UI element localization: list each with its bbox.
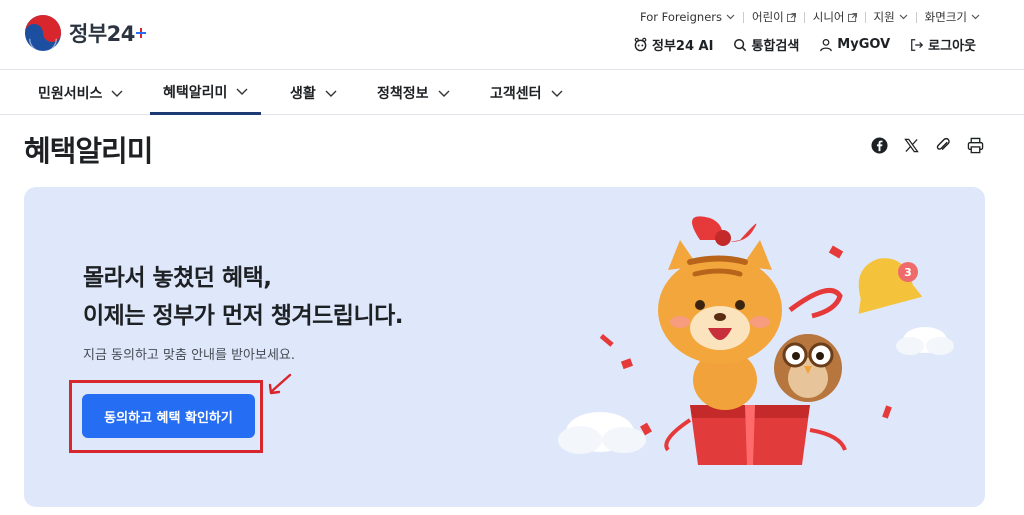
annotation-arrow-icon xyxy=(268,373,292,395)
logout-icon xyxy=(911,38,924,51)
gnb-item-benefit-alert[interactable]: 혜택알리미 xyxy=(150,71,262,115)
mygov-label: MyGOV xyxy=(837,37,891,52)
for-foreigners-label: For Foreigners xyxy=(640,10,722,24)
mygov-link[interactable]: MyGOV xyxy=(819,37,890,52)
hero-headline-line2: 이제는 정부가 먼저 챙겨드립니다. xyxy=(83,303,404,329)
support-label: 지원 xyxy=(873,10,895,24)
link-icon xyxy=(936,137,950,150)
gnb-item-life[interactable]: 생활 xyxy=(290,71,337,115)
gnb-item-label: 고객센터 xyxy=(490,86,542,102)
benefit-hero-banner: 몰라서 놓쳤던 혜택, 이제는 정부가 먼저 챙겨드립니다. 지금 동의하고 맞… xyxy=(24,187,985,507)
integrated-search-label: 통합검색 xyxy=(751,39,800,54)
screen-size-label: 화면크기 xyxy=(924,10,967,24)
hero-subtext: 지금 동의하고 맞춤 안내를 받아보세요. xyxy=(83,348,296,363)
integrated-search-link[interactable]: 통합검색 xyxy=(733,35,799,54)
gnb-item-label: 민원서비스 xyxy=(38,86,103,102)
cloud-right xyxy=(896,327,954,355)
divider xyxy=(803,11,805,23)
gnb-item-civil-service[interactable]: 민원서비스 xyxy=(38,71,123,115)
chevron-down-icon xyxy=(111,90,123,97)
chevron-down-icon xyxy=(438,90,450,97)
gift-box-mascot-illustration: 3 xyxy=(558,216,954,465)
facebook-share-button[interactable] xyxy=(870,136,888,154)
gnb-item-label: 정책정보 xyxy=(377,86,429,102)
chevron-down-icon xyxy=(726,14,735,20)
senior-label: 시니어 xyxy=(812,10,845,24)
logo-text: 정부24 xyxy=(69,22,135,46)
ai-bot-icon xyxy=(634,37,647,52)
chevron-down-icon xyxy=(551,90,563,97)
gnb-item-label: 생활 xyxy=(290,86,316,102)
gnb-item-policy-info[interactable]: 정책정보 xyxy=(377,71,450,115)
gnb-item-customer-center[interactable]: 고객센터 xyxy=(490,71,563,115)
hero-headline: 몰라서 놓쳤던 혜택, 이제는 정부가 먼저 챙겨드립니다. xyxy=(83,259,404,335)
chevron-down-icon xyxy=(899,14,908,20)
bell-badge-count: 3 xyxy=(904,266,912,279)
print-button[interactable] xyxy=(966,136,984,154)
external-link-icon xyxy=(786,12,796,22)
search-icon xyxy=(734,38,747,51)
senior-link[interactable]: 시니어 xyxy=(813,9,857,25)
logo-plus-icon xyxy=(135,28,146,38)
agree-and-check-benefits-button[interactable]: 동의하고 혜택 확인하기 xyxy=(82,394,255,438)
main-links: 정부24 AI 통합검색 MyGOV 로그아웃 xyxy=(633,35,976,54)
divider xyxy=(915,11,917,23)
cloud-left xyxy=(558,412,646,454)
kids-link[interactable]: 어린이 xyxy=(752,9,796,25)
utility-menu: For Foreigners 어린이 시니어 지원 화면크기 xyxy=(640,9,980,25)
for-foreigners-menu[interactable]: For Foreigners xyxy=(640,10,735,24)
external-link-icon xyxy=(847,12,857,22)
gnb-item-label: 혜택알리미 xyxy=(163,84,228,101)
screen-size-menu[interactable]: 화면크기 xyxy=(925,9,980,25)
print-icon xyxy=(967,137,983,153)
divider xyxy=(743,11,744,23)
support-menu[interactable]: 지원 xyxy=(874,9,908,25)
page-title: 혜택알리미 xyxy=(24,134,153,168)
hero-headline-line1: 몰라서 놓쳤던 혜택, xyxy=(83,265,272,291)
chevron-down-icon xyxy=(325,90,337,97)
global-nav: 민원서비스 혜택알리미 생활 정책정보 고객센터 xyxy=(0,71,1024,115)
x-icon xyxy=(903,138,919,152)
chevron-down-icon xyxy=(236,88,248,95)
chevron-down-icon xyxy=(971,14,980,20)
gov24-ai-link[interactable]: 정부24 AI xyxy=(633,35,713,54)
gov24-ai-label: 정부24 AI xyxy=(652,39,714,54)
logout-link[interactable]: 로그아웃 xyxy=(910,35,976,54)
site-logo[interactable]: 정부24 xyxy=(24,14,146,52)
logout-label: 로그아웃 xyxy=(928,39,976,54)
kids-label: 어린이 xyxy=(752,10,784,24)
share-toolbar xyxy=(856,136,984,154)
copy-link-button[interactable] xyxy=(934,136,952,154)
facebook-icon xyxy=(870,136,888,154)
site-header: 정부24 For Foreigners 어린이 시니어 지원 화면크기 정부24… xyxy=(0,0,1024,70)
taegeuk-emblem-icon xyxy=(24,14,62,52)
divider xyxy=(864,11,866,23)
x-share-button[interactable] xyxy=(902,136,920,154)
user-icon xyxy=(820,38,833,51)
